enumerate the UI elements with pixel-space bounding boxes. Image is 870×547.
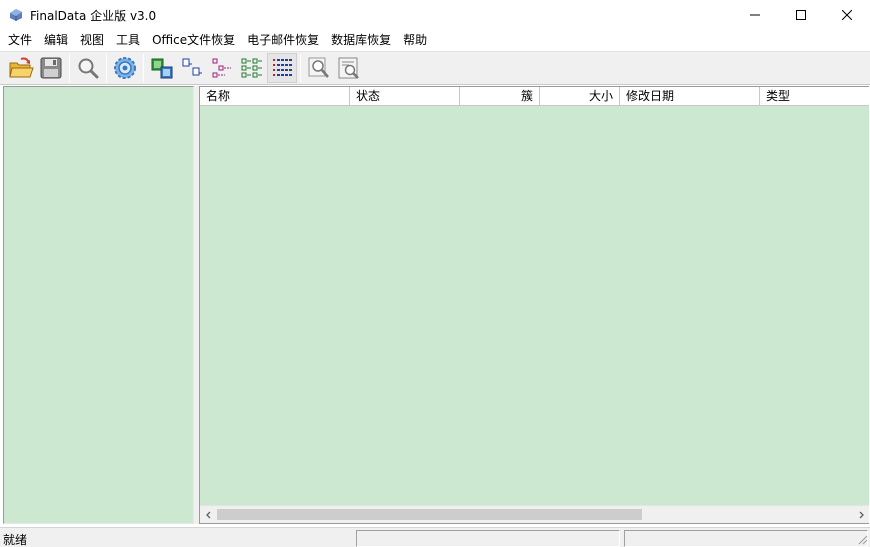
resize-grip-icon[interactable] <box>856 533 868 545</box>
find-button[interactable] <box>304 53 334 83</box>
column-type[interactable]: 类型 <box>760 87 869 106</box>
chevron-right-icon <box>859 511 864 518</box>
preview-button[interactable] <box>334 53 364 83</box>
menu-database-recovery[interactable]: 数据库恢复 <box>325 30 397 50</box>
column-size[interactable]: 大小 <box>540 87 620 106</box>
column-header: 名称 状态 簇 大小 修改日期 类型 <box>200 87 869 106</box>
scroll-right-button[interactable] <box>852 506 869 523</box>
status-panel <box>624 530 868 547</box>
title-bar[interactable]: FinalData 企业版 v3.0 <box>0 0 870 30</box>
column-name[interactable]: 名称 <box>200 87 350 106</box>
find-icon <box>308 57 329 78</box>
chevron-left-icon <box>205 511 210 518</box>
toolbar-separator <box>300 54 301 82</box>
minimize-button[interactable] <box>732 0 778 30</box>
maximize-icon <box>796 10 806 20</box>
preview-icon <box>338 57 359 79</box>
menu-help[interactable]: 帮助 <box>397 30 433 50</box>
menu-tools[interactable]: 工具 <box>110 30 146 50</box>
finaldata-app-icon <box>10 9 22 21</box>
tree-view-icon <box>212 58 231 78</box>
close-button[interactable] <box>824 0 870 30</box>
menu-edit[interactable]: 编辑 <box>38 30 74 50</box>
menu-email-recovery[interactable]: 电子邮件恢复 <box>241 30 325 50</box>
toolbar-separator <box>106 54 107 82</box>
details-view-icon <box>273 59 292 76</box>
tree-view-button[interactable] <box>207 53 237 83</box>
minimize-icon <box>750 14 760 16</box>
toolbar <box>0 51 870 85</box>
toolbar-separator <box>143 54 144 82</box>
status-bar: 就绪 <box>0 527 870 547</box>
menu-file[interactable]: 文件 <box>2 30 38 50</box>
horizontal-scrollbar[interactable] <box>200 505 869 523</box>
save-button[interactable] <box>36 53 66 83</box>
menu-bar: 文件 编辑 视图 工具 Office文件恢复 电子邮件恢复 数据库恢复 帮助 <box>0 30 870 50</box>
settings-gear-icon <box>114 57 136 79</box>
column-modified-date[interactable]: 修改日期 <box>620 87 760 106</box>
details-view-button[interactable] <box>267 53 297 83</box>
search-magnifier-icon <box>78 58 99 79</box>
maximize-button[interactable] <box>778 0 824 30</box>
scroll-left-button[interactable] <box>200 506 217 523</box>
open-button[interactable] <box>6 53 36 83</box>
small-icons-view-button[interactable] <box>177 53 207 83</box>
settings-button[interactable] <box>110 53 140 83</box>
open-folder-icon <box>9 57 34 78</box>
menu-office-recovery[interactable]: Office文件恢复 <box>146 30 241 50</box>
column-cluster[interactable]: 簇 <box>460 87 540 106</box>
column-status[interactable]: 状态 <box>350 87 460 106</box>
status-text: 就绪 <box>3 533 28 547</box>
large-icons-view-icon <box>151 58 173 79</box>
list-view-icon <box>241 58 262 78</box>
small-icons-view-icon <box>182 58 202 76</box>
close-icon <box>842 10 852 20</box>
folder-tree-pane[interactable] <box>3 86 194 524</box>
toolbar-separator <box>69 54 70 82</box>
save-disk-icon <box>40 57 62 79</box>
search-button[interactable] <box>73 53 103 83</box>
large-icons-view-button[interactable] <box>147 53 177 83</box>
status-panel <box>356 530 620 547</box>
list-view-button[interactable] <box>237 53 267 83</box>
file-list-pane[interactable]: 名称 状态 簇 大小 修改日期 类型 <box>199 86 869 524</box>
scroll-thumb[interactable] <box>217 509 642 520</box>
menu-view[interactable]: 视图 <box>74 30 110 50</box>
window-title: FinalData 企业版 v3.0 <box>30 8 157 23</box>
